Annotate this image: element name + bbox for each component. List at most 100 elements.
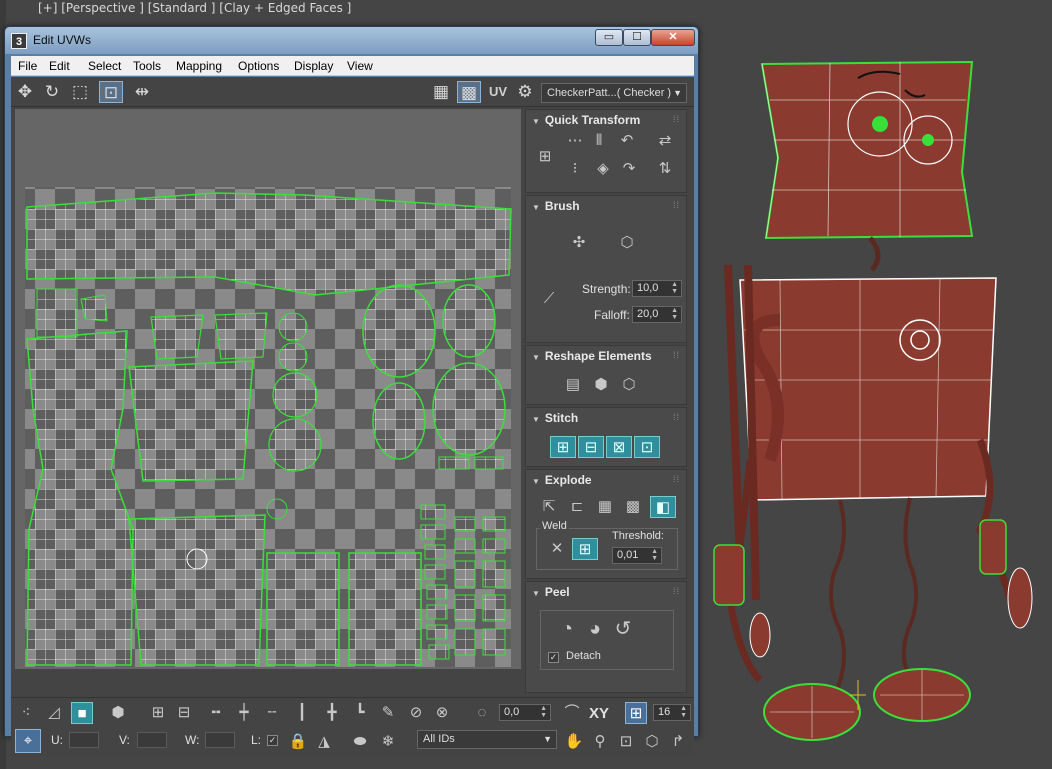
menu-select[interactable]: Select: [88, 59, 121, 73]
paint-move-icon[interactable]: ✣: [566, 232, 592, 254]
ring-icon[interactable]: ┃: [291, 702, 313, 724]
lock-icon[interactable]: 🔒: [287, 731, 309, 753]
falloff-curve-icon[interactable]: ⌒: [561, 702, 583, 724]
stitch-average-icon[interactable]: ⊟: [578, 436, 604, 458]
stitch-custom-icon[interactable]: ⊡: [634, 436, 660, 458]
w-field[interactable]: [205, 732, 235, 748]
rotate-ccw-icon[interactable]: ↶: [614, 130, 640, 152]
paint-shrink-icon[interactable]: ⊗: [431, 702, 453, 724]
relax-brush-icon[interactable]: ⬡: [614, 232, 640, 254]
grip-icon[interactable]: ⁞⁞: [673, 586, 680, 596]
menu-edit[interactable]: Edit: [49, 59, 70, 73]
reset-peel-icon[interactable]: ↺: [610, 618, 636, 640]
move-icon[interactable]: ✥: [13, 81, 37, 103]
loop-grow-icon[interactable]: ┿: [233, 702, 255, 724]
hide-icon[interactable]: ⬬: [349, 731, 371, 753]
flatten-icon[interactable]: ◧: [650, 496, 676, 518]
grow-selection-icon[interactable]: ⊞: [147, 702, 169, 724]
u-field[interactable]: [69, 732, 99, 748]
grip-icon[interactable]: ⁞⁞: [673, 412, 680, 422]
menu-file[interactable]: File: [18, 59, 37, 73]
maximize-button[interactable]: ☐: [623, 29, 651, 46]
checker-icon[interactable]: ▦: [429, 81, 453, 103]
robot-model[interactable]: [700, 40, 1050, 760]
weld-target-icon[interactable]: ⊞: [572, 538, 598, 560]
material-ids-select[interactable]: All IDs ▼: [417, 730, 557, 749]
menu-tools[interactable]: Tools: [133, 59, 161, 73]
detach-checkbox[interactable]: ✓: [548, 652, 559, 663]
soft-select-spinner[interactable]: 0,0 ▲ ▼: [499, 704, 551, 721]
relax-settings-icon[interactable]: ⬡: [616, 374, 642, 396]
grip-icon[interactable]: ⁞⁞: [673, 114, 680, 124]
paint-select-icon[interactable]: ✎: [377, 702, 399, 724]
menu-mapping[interactable]: Mapping: [176, 59, 222, 73]
close-button[interactable]: ✕: [651, 29, 695, 46]
select-face-icon[interactable]: ■: [71, 702, 93, 724]
break-icon[interactable]: ⇱: [536, 496, 562, 518]
straighten-icon[interactable]: ▤: [560, 374, 586, 396]
flatten-by-material-icon[interactable]: ▦: [592, 496, 618, 518]
scale-icon[interactable]: ⬚: [68, 81, 92, 103]
menu-view[interactable]: View: [347, 59, 373, 73]
freeze-icon[interactable]: ❄: [377, 731, 399, 753]
soft-selection-icon[interactable]: ◌: [471, 702, 493, 724]
grip-icon[interactable]: ⁞⁞: [673, 200, 680, 210]
threshold-spinner[interactable]: 0,01 ▲ ▼: [612, 547, 662, 564]
rollout-title-stitch[interactable]: ▼ Stitch: [532, 411, 578, 425]
align-vertical-icon[interactable]: ⦀: [586, 130, 612, 152]
align-horizontal-icon[interactable]: ⋯: [562, 130, 588, 152]
l-checkbox[interactable]: ✓: [267, 735, 278, 746]
pinch-brush-icon[interactable]: ⟋: [536, 288, 562, 310]
rollout-title-quick-transform[interactable]: ▼ Quick Transform: [532, 113, 640, 127]
select-edge-icon[interactable]: ◿: [43, 702, 65, 724]
flip-vertical-icon[interactable]: ⇅: [652, 158, 678, 180]
ring-grow-icon[interactable]: ╋: [321, 702, 343, 724]
grip-icon[interactable]: ⁞⁞: [673, 350, 680, 360]
zoom-region-icon[interactable]: ⊡: [615, 731, 637, 753]
settings-icon[interactable]: ⚙: [513, 81, 537, 103]
viewport-label[interactable]: [+] [Perspective ] [Standard ] [Clay + E…: [38, 1, 351, 15]
snap-icon[interactable]: ↱: [667, 731, 689, 753]
rollout-panel[interactable]: ▼ Quick Transform ⁞⁞ ⊞ ⋯ ⦀ ↶ ⁝ ◈ ↷ ⇄ ⇅ ▼ B…: [525, 109, 691, 694]
rotate-icon[interactable]: ↻: [40, 81, 64, 103]
checker-uv-icon[interactable]: ▩: [457, 81, 481, 103]
space-icon[interactable]: ⁝: [562, 158, 588, 180]
align-center-icon[interactable]: ⊞: [532, 146, 558, 168]
grid-snap-icon[interactable]: ⊞: [625, 702, 647, 724]
loop-icon[interactable]: ╍: [205, 702, 227, 724]
grid-spinner[interactable]: 16 ▲ ▼: [653, 704, 691, 721]
window-titlebar[interactable]: 3 Edit UVWs ▭ ☐ ✕: [5, 27, 698, 54]
uv-label[interactable]: UV: [489, 84, 507, 99]
shrink-selection-icon[interactable]: ⊟: [173, 702, 195, 724]
flatten-by-smoothing-icon[interactable]: ▩: [620, 496, 646, 518]
minimize-button[interactable]: ▭: [595, 29, 623, 46]
pan-icon[interactable]: ✋: [563, 731, 585, 753]
strength-spinner[interactable]: 10,0 ▲ ▼: [632, 280, 682, 297]
select-vertex-icon[interactable]: ⁖: [15, 702, 37, 724]
grid-align-icon[interactable]: ◈: [590, 158, 616, 180]
filter-icon[interactable]: ◮: [313, 731, 335, 753]
mirror-icon[interactable]: ⇹: [130, 81, 154, 103]
rollout-title-reshape[interactable]: ▼ Reshape Elements: [532, 349, 652, 363]
menu-options[interactable]: Options: [238, 59, 279, 73]
peel-mode-icon[interactable]: ◕: [582, 618, 608, 640]
freeform-icon[interactable]: ⊡: [99, 81, 123, 103]
falloff-spinner[interactable]: 20,0 ▲ ▼: [632, 306, 682, 323]
quick-peel-icon[interactable]: ◔: [554, 618, 580, 640]
rollout-title-explode[interactable]: ▼ Explode: [532, 473, 592, 487]
zoom-extents-icon[interactable]: ⬡: [641, 731, 663, 753]
stitch-target-icon[interactable]: ⊠: [606, 436, 632, 458]
flip-horizontal-icon[interactable]: ⇄: [652, 130, 678, 152]
xy-label[interactable]: XY: [589, 705, 609, 722]
menu-display[interactable]: Display: [294, 59, 333, 73]
rollout-title-brush[interactable]: ▼ Brush: [532, 199, 580, 213]
zoom-icon[interactable]: ⚲: [589, 731, 611, 753]
rotate-cw-icon[interactable]: ↷: [616, 158, 642, 180]
stitch-source-icon[interactable]: ⊞: [550, 436, 576, 458]
uv-editor-canvas[interactable]: [15, 109, 521, 669]
rollout-title-peel[interactable]: ▼ Peel: [532, 585, 570, 599]
weld-selected-icon[interactable]: ✕: [544, 538, 570, 560]
detach-edge-icon[interactable]: ⊏: [564, 496, 590, 518]
grip-icon[interactable]: ⁞⁞: [673, 474, 680, 484]
edit-uvws-window[interactable]: 3 Edit UVWs ▭ ☐ ✕ File Edit Select Tools…: [4, 26, 699, 757]
